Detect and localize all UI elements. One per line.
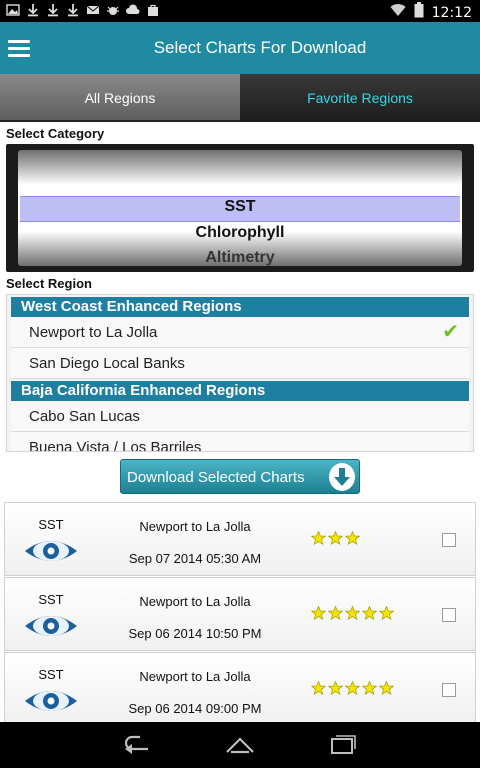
- battery-icon: [414, 2, 424, 23]
- notification-icons: [6, 3, 160, 17]
- region-group-header: Baja California Enhanced Regions: [11, 381, 469, 401]
- star-icon: [311, 681, 326, 695]
- region-item-label: Cabo San Lucas: [29, 408, 140, 425]
- star-icon: [311, 606, 326, 620]
- picker-item-sst[interactable]: SST: [6, 198, 474, 216]
- download-arrow-icon: [329, 463, 355, 491]
- recent-apps-icon[interactable]: [328, 732, 358, 758]
- status-icons: 12:12: [390, 2, 472, 23]
- chart-region: Newport to La Jolla: [139, 519, 251, 534]
- picker-item-chlorophyll[interactable]: Chlorophyll: [6, 224, 474, 242]
- star-icon: [345, 531, 360, 545]
- star-rating: [311, 531, 360, 545]
- star-rating: [311, 606, 394, 620]
- star-icon: [379, 606, 394, 620]
- action-bar: Select Charts For Download: [0, 22, 480, 74]
- region-item-label: Newport to La Jolla: [29, 324, 158, 341]
- region-item-newport-to-la-jolla[interactable]: Newport to La Jolla ✔: [11, 317, 469, 348]
- eye-icon[interactable]: [23, 612, 79, 640]
- region-list: West Coast Enhanced Regions Newport to L…: [6, 294, 474, 452]
- chart-category: SST: [38, 517, 64, 532]
- image-icon: [6, 3, 20, 17]
- page-title: Select Charts For Download: [153, 38, 367, 57]
- tab-all-regions[interactable]: All Regions: [0, 74, 240, 122]
- status-time: 12:12: [431, 4, 472, 21]
- region-group-header: West Coast Enhanced Regions: [11, 297, 469, 317]
- star-icon: [345, 681, 360, 695]
- star-icon: [311, 531, 326, 545]
- chart-checkbox[interactable]: [442, 608, 456, 622]
- star-icon: [345, 606, 360, 620]
- download-icon: [26, 3, 40, 17]
- mail-icon: [86, 3, 100, 17]
- chart-region: Newport to La Jolla: [139, 594, 251, 609]
- eye-icon[interactable]: [23, 537, 79, 565]
- wifi-icon: [390, 3, 406, 22]
- cloud-icon: [126, 3, 140, 17]
- category-picker[interactable]: SST Chlorophyll Altimetry: [6, 144, 474, 272]
- download-button-label: Download Selected Charts: [127, 469, 305, 486]
- star-rating: [311, 681, 394, 695]
- region-item-label: Buena Vista / Los Barriles: [29, 439, 202, 452]
- star-icon: [362, 606, 377, 620]
- star-icon: [328, 681, 343, 695]
- chart-category: SST: [38, 592, 64, 607]
- star-icon: [362, 681, 377, 695]
- region-label: Select Region: [6, 276, 92, 291]
- category-label: Select Category: [6, 126, 105, 141]
- region-item-cabo-san-lucas[interactable]: Cabo San Lucas: [11, 401, 469, 432]
- back-icon[interactable]: [122, 732, 152, 758]
- chart-region: Newport to La Jolla: [139, 669, 251, 684]
- region-tabs: All Regions Favorite Regions: [0, 74, 480, 122]
- chart-date: Sep 06 2014 10:50 PM: [128, 626, 262, 641]
- bag-icon: [146, 3, 160, 17]
- eye-icon[interactable]: [23, 687, 79, 715]
- tab-favorite-regions[interactable]: Favorite Regions: [240, 74, 480, 122]
- chart-row[interactable]: SST Newport to La Jolla Sep 07 2014 05:3…: [4, 502, 476, 576]
- system-nav-bar: [0, 722, 480, 768]
- download-charts-button[interactable]: Download Selected Charts: [120, 459, 360, 494]
- menu-icon[interactable]: [8, 30, 38, 66]
- chart-category: SST: [38, 667, 64, 682]
- star-icon: [379, 681, 394, 695]
- checkmark-icon: ✔: [442, 321, 459, 343]
- star-icon: [328, 531, 343, 545]
- chart-date: Sep 07 2014 05:30 AM: [128, 551, 262, 566]
- region-item-label: San Diego Local Banks: [29, 355, 185, 372]
- screen: 12:12 Select Charts For Download All Reg…: [0, 0, 480, 768]
- download-icon: [66, 3, 80, 17]
- chart-row[interactable]: SST Newport to La Jolla Sep 06 2014 09:0…: [4, 652, 476, 726]
- home-icon[interactable]: [225, 732, 255, 758]
- region-item-san-diego-local-banks[interactable]: San Diego Local Banks: [11, 348, 469, 379]
- chart-row[interactable]: SST Newport to La Jolla Sep 06 2014 10:5…: [4, 577, 476, 651]
- chart-checkbox[interactable]: [442, 533, 456, 547]
- download-icon: [46, 3, 60, 17]
- chart-date: Sep 06 2014 09:00 PM: [128, 701, 262, 716]
- chart-checkbox[interactable]: [442, 683, 456, 697]
- chart-list: SST Newport to La Jolla Sep 07 2014 05:3…: [4, 502, 476, 726]
- star-icon: [328, 606, 343, 620]
- region-item-buena-vista[interactable]: Buena Vista / Los Barriles: [11, 432, 469, 452]
- bug-icon: [106, 3, 120, 17]
- status-bar: 12:12: [0, 0, 480, 22]
- picker-item-altimetry[interactable]: Altimetry: [6, 249, 474, 267]
